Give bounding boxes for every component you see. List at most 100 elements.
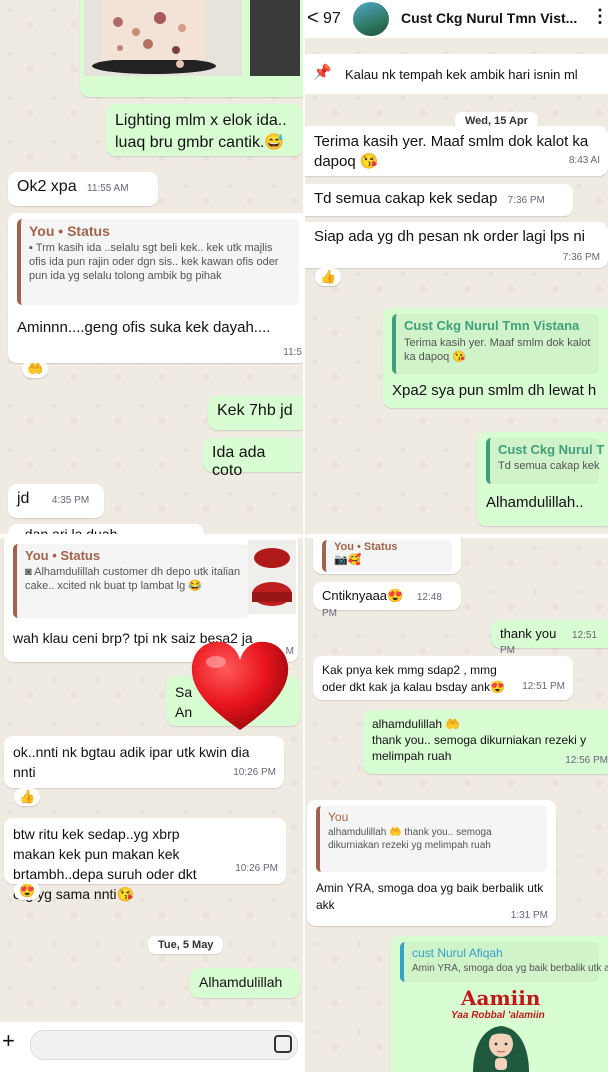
contact-name[interactable]: Cust Ckg Nurul Tmn Vist... [401,10,577,26]
message-text-1: alhamdulillah 🤲 [372,717,461,731]
quote-text: Trm kasih ida ..selalu sgt beli kek.. ke… [29,242,279,282]
sticker-title: Aamiin [461,986,541,1010]
quote-text: Amin YRA, smoga doa yg baik berbalik utk… [412,963,608,974]
reaction-emoji[interactable]: 👍 [14,788,41,806]
outgoing-message[interactable]: alhamdulillah 🤲 thank you.. semoga dikur… [363,710,608,774]
cake-photo-message[interactable] [80,0,303,97]
message-time: 7:36 PM [507,195,545,206]
outgoing-message[interactable]: Kek 7hb jd [208,396,303,430]
message-time: 10:26 PM [235,863,278,874]
sticker-icon[interactable] [274,1035,292,1053]
pinned-text: Kalau nk tempah kek ambik hari isnin ml [345,67,578,82]
message-time: 11:5 [283,347,302,358]
reply-text: Alhamdulillah.. [486,494,584,511]
chat-panel-top-right: < 97 Cust Ckg Nurul Tmn Vist... ⋮ 📌 Kala… [305,0,608,534]
avatar[interactable] [353,2,389,36]
message-ok[interactable]: Ok2 xpa 11:55 AM [8,172,158,206]
pin-icon: 📌 [313,64,332,81]
incoming-message[interactable]: Siap ada yg dh pesan nk order lagi lps n… [305,222,608,268]
outgoing-message[interactable]: Alhamdulillah [190,968,300,998]
incoming-message[interactable]: btw ritu kek sedap..yg xbrp makan kek pu… [4,818,286,902]
message-text: Ok2 xpa [17,178,77,195]
camera-icon: 📷🥰 [334,554,362,566]
message-time: 8:43 AI [568,155,600,166]
message-time: 11:55 AM [87,183,129,194]
incoming-message[interactable]: Td semua cakap kek sedap 7:36 PM [305,184,573,216]
quote-author: You [328,810,349,824]
message-time: 12:56 PM [565,755,608,766]
collage-divider-horizontal [0,534,608,538]
message-text: jd [17,490,30,507]
message-time: 10:26 PM [233,767,276,778]
incoming-message[interactable]: Kak pnya kek mmg sdap2 , mmg oder dkt ka… [313,656,573,700]
quoted-status: You • Status 📷🥰 [322,540,452,572]
quoted-status[interactable]: You • Status ▪ Trm kasih ida ..selalu sg… [17,219,299,305]
quote-text: Alhamdulillah customer dh depo utk itali… [25,566,241,592]
chat-panel-top-left: Lighting mlm x elok ida.. luaq bru gmbr … [0,0,303,534]
incoming-message[interactable]: ok..nnti nk bgtau adik ipar utk kwin dia… [4,736,284,788]
message-text: Terima kasih yer. Maaf smlm dok kalot ka… [314,133,589,170]
reply-text: Aminnn....geng ofis suka kek dayah.... [17,319,271,336]
message-text: thank you [500,626,557,641]
heart-sticker [191,641,289,730]
outgoing-sticker-reply[interactable]: cust Nurul Afiqah Amin YRA, smoga doa yg… [391,936,608,1072]
compose-bar: + [0,1022,303,1072]
date-chip: Tue, 5 May [148,936,224,954]
quote-author: Cust Ckg Nurul T [498,442,605,457]
plus-icon[interactable]: + [2,1028,15,1054]
incoming-message[interactable]: Terima kasih yer. Maaf smlm dok kalot ka… [305,126,608,176]
incoming-message[interactable]: Cntiknyaaa😍 12:48 PM [313,582,461,619]
chat-header: < 97 Cust Ckg Nurul Tmn Vist... ⋮ [305,0,608,38]
cut-off-message[interactable]: ..dan ari la duah [8,524,204,534]
quoted-message[interactable]: cust Nurul Afiqah Amin YRA, smoga doa yg… [400,942,608,982]
message-text: Td semua cakap kek sedap [314,190,498,207]
collage: Lighting mlm x elok ida.. luaq bru gmbr … [0,0,608,1072]
quote-text: Td semua cakap kek [498,460,600,472]
outgoing-reply-message[interactable]: Cust Ckg Nurul Tmn Vistana Terima kasih … [383,308,608,408]
message-jd[interactable]: jd 4:35 PM [8,484,104,518]
reaction-emoji[interactable]: 🤲 [22,360,49,378]
cake-thumbnail [248,540,296,614]
quote-text: alhamdulillah 🤲 thank you.. semoga dikur… [328,827,492,851]
caption-message[interactable]: Lighting mlm x elok ida.. luaq bru gmbr … [106,104,303,156]
message-text: Cntiknyaaa😍 [322,588,404,603]
chat-panel-bottom-left: You • Status ◙ Alhamdulillah customer dh… [0,538,303,1072]
message-text: Siap ada yg dh pesan nk order lagi lps n… [314,228,586,245]
outgoing-message[interactable]: Ida ada coto [203,438,303,479]
message-time: 1:31 PM [510,910,548,921]
reply-text: Amin YRA, smoga doa yg baik berbalik utk… [316,881,544,912]
reaction-emoji[interactable]: 👍 [315,268,342,286]
quote-author: cust Nurul Afiqah [412,946,503,960]
message-time: 12:51 PM [522,681,565,692]
caption-line-2: luaq bru gmbr cantik.😅 [115,134,285,151]
reply-text: Xpa2 sya pun smlm dh lewat h [392,382,597,399]
unread-count[interactable]: 97 [323,10,341,28]
pinned-message-bar[interactable]: 📌 Kalau nk tempah kek ambik hari isnin m… [305,54,608,94]
camera-icon: ◙ [25,566,32,578]
quote-author: You • Status [29,223,110,239]
message-time: 7:36 PM [562,252,600,263]
back-icon[interactable]: < [307,7,319,30]
quoted-status[interactable]: You • Status ◙ Alhamdulillah customer dh… [13,544,249,618]
video-icon: ▪ [29,242,33,254]
outgoing-message[interactable]: thank you 12:51 PM [491,620,608,656]
more-options-icon[interactable]: ⋮ [591,6,608,27]
message-input[interactable] [30,1030,298,1060]
hijab-girl-sticker [473,1026,529,1072]
message-time: 4:35 PM [51,495,90,506]
quote-author: Cust Ckg Nurul Tmn Vistana [404,318,580,333]
outgoing-reply-message[interactable]: Cust Ckg Nurul T Td semua cakap kek Alha… [477,432,608,526]
quoted-message[interactable]: Cust Ckg Nurul T Td semua cakap kek [486,438,605,484]
quoted-message[interactable]: You alhamdulillah 🤲 thank you.. semoga d… [316,806,547,872]
quoted-message[interactable]: Cust Ckg Nurul Tmn Vistana Terima kasih … [392,314,599,374]
chat-panel-bottom-right: You • Status 📷🥰 Cntiknyaaa😍 12:48 PM tha… [305,538,608,1072]
incoming-reply-message[interactable]: You alhamdulillah 🤲 thank you.. semoga d… [307,800,556,926]
status-quote[interactable]: You • Status 📷🥰 [313,538,461,574]
reaction-emoji[interactable]: 😍 [14,882,41,900]
status-reply-message[interactable]: You • Status ▪ Trm kasih ida ..selalu sg… [8,213,303,363]
quote-text: Terima kasih yer. Maaf smlm dok kalot ka… [404,337,591,363]
cake-photo [80,0,303,90]
caption-line-1: Lighting mlm x elok ida.. [115,112,287,129]
quote-author: You • Status [334,541,398,553]
quote-author: You • Status [25,548,101,563]
